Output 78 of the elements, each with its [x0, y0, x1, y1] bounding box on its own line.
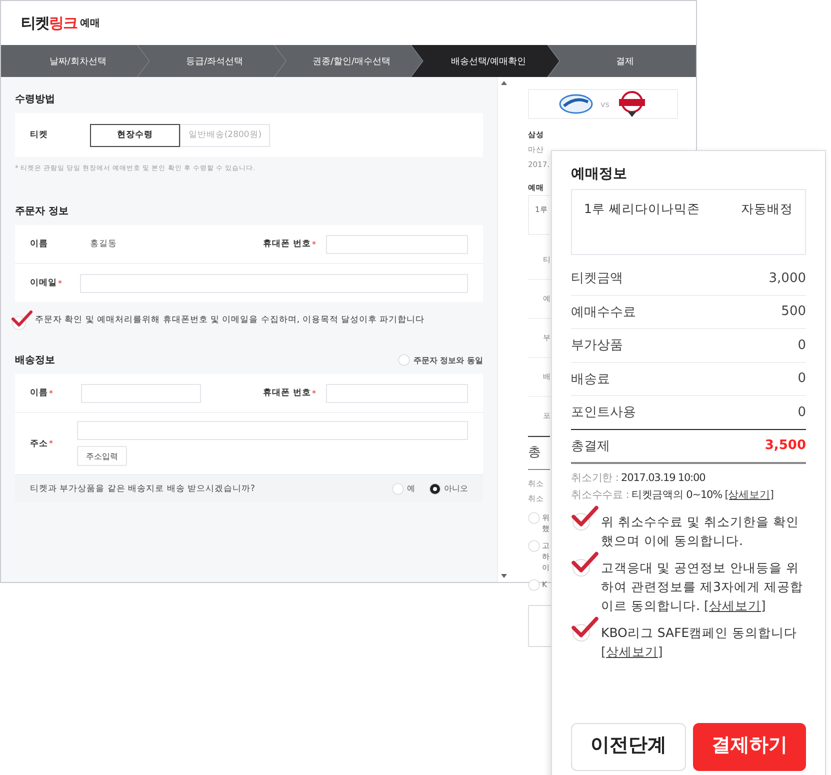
pay-button[interactable]: 결제하기 — [693, 723, 806, 771]
section-title: 수령방법 — [15, 93, 56, 107]
field-value: 홍길동 — [90, 238, 118, 250]
radio-button[interactable] — [392, 482, 404, 494]
scroll-up-icon[interactable] — [501, 81, 507, 85]
radio-label: 주문자 정보와 동일 — [413, 354, 483, 366]
input-field[interactable] — [80, 274, 468, 292]
cost-label: 예매수수료 — [571, 304, 636, 321]
seat-assignment: 자동배정 — [741, 201, 793, 218]
agreement-text: 고객응대 및 공연정보 안내등을 위하여 관련정보를 제3자에게 제공합이르 동의합니다. [상세보기] — [601, 558, 804, 614]
cost-value: 0 — [798, 404, 806, 420]
step-tab[interactable]: 등급/좌석선택 — [138, 45, 286, 77]
field-label: 이메일 — [30, 277, 57, 289]
cancel-value: 티켓금액의 0~10% — [631, 488, 722, 500]
radio-button[interactable] — [429, 482, 441, 494]
radio-button[interactable] — [528, 512, 540, 524]
vs-text: vs — [600, 100, 610, 108]
consent-text: 주문자 확인 및 예매처리를위해 휴대폰번호 및 이메일을 수집하며, 이용목적 달성이후 파기합니다 — [35, 314, 425, 326]
cancel-label: 취소수수료 : — [571, 488, 629, 500]
detail-link[interactable]: [상세보기] — [724, 488, 774, 500]
cost-value: 0 — [798, 371, 806, 386]
agreement-text: KBO리그 SAFE캠페인 동의합니다 [상세보기] — [601, 624, 798, 660]
section-title: 배송정보 — [15, 354, 55, 367]
checkbox[interactable] — [571, 504, 599, 532]
cost-label: 부가상품 — [571, 337, 623, 354]
logo-text: 티켓링크 — [21, 14, 77, 32]
field-label: 휴대폰 번호 — [263, 387, 311, 399]
checkbox[interactable] — [571, 614, 599, 642]
checkbox[interactable] — [11, 310, 33, 330]
required-mark: * — [49, 388, 53, 398]
step-tab[interactable]: 결제 — [548, 45, 696, 77]
input-field[interactable] — [326, 234, 468, 254]
address-button[interactable]: 주소입력 — [77, 446, 127, 466]
cost-label: 포인트사용 — [571, 404, 636, 422]
field-label: 이름 — [30, 387, 48, 399]
field-label: 주소 — [30, 438, 48, 450]
cost-value: 3,000 — [768, 270, 806, 286]
detail-link[interactable]: [상세보기] — [601, 644, 663, 658]
required-mark: * — [58, 278, 62, 288]
option-button[interactable]: 현장수령 — [90, 124, 180, 146]
field-label: 티켓 — [30, 129, 49, 141]
scroll-down-icon[interactable] — [501, 574, 507, 578]
panel-title: 예매정보 — [571, 165, 628, 183]
radio-button[interactable] — [528, 579, 540, 591]
required-mark: * — [312, 240, 316, 248]
section-title: 주문자 정보 — [15, 205, 70, 219]
input-field[interactable] — [81, 384, 201, 402]
step-tab[interactable]: 배송선택/예매확인 — [411, 45, 560, 77]
step-tab[interactable]: 날짜/회차선택 — [1, 45, 149, 77]
radio-label: 아니오 — [444, 483, 468, 494]
required-mark: * — [49, 439, 53, 448]
cancel-label: 취소기한 : — [571, 472, 618, 484]
seat-zone: 1루 쎄리다이나믹존 — [584, 201, 700, 218]
field-label: 이름 — [30, 238, 49, 250]
detail-link[interactable]: [상세보기] — [704, 598, 766, 612]
radio-button[interactable] — [528, 540, 540, 552]
total-label: 총결제 — [571, 438, 610, 454]
radio-button[interactable] — [398, 354, 410, 366]
input-field[interactable] — [77, 421, 468, 440]
summary-text: 총 — [528, 436, 550, 470]
radio-label: 예 — [407, 483, 415, 494]
cancel-value: 2017.03.19 10:00 — [621, 472, 706, 484]
cost-value: 0 — [798, 338, 806, 353]
logo-suffix: 예매 — [80, 17, 100, 30]
cost-label: 티켓금액 — [571, 270, 623, 288]
input-field[interactable] — [326, 384, 468, 402]
total-value: 3,500 — [764, 438, 806, 453]
cost-label: 배송료 — [571, 370, 610, 388]
required-mark: * — [312, 388, 316, 398]
checkbox[interactable] — [571, 550, 599, 578]
back-button[interactable]: 이전단계 — [571, 723, 686, 771]
field-label: 휴대폰 번호 — [263, 238, 311, 250]
team-logo-icon — [617, 90, 648, 118]
team-logo-icon — [558, 92, 593, 116]
agreement-text: 위 취소수수료 및 취소기한을 확인했으며 이에 동의합니다. — [601, 512, 800, 550]
question-text: 티켓과 부가상품을 같은 배송지로 배송 받으시겠습니까? — [30, 482, 256, 494]
cost-value: 500 — [781, 304, 806, 320]
step-tab[interactable]: 권종/할인/매수선택 — [274, 45, 422, 77]
